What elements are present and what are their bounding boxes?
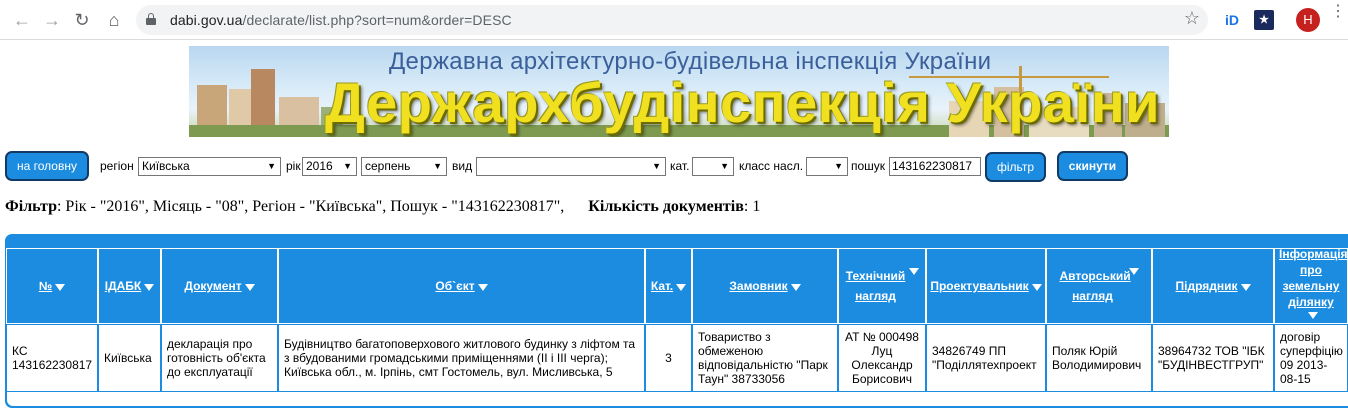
column-header-idabk[interactable]: ІДАБК bbox=[98, 248, 161, 324]
table-cell-customer: Товариство з обмеженою відповідальністю … bbox=[692, 324, 838, 392]
url-path: /declarate/list.php?sort=num&order=DESC bbox=[242, 12, 512, 28]
extension-icon[interactable]: ★ bbox=[1254, 10, 1274, 30]
filter-button[interactable]: фільтр bbox=[985, 152, 1046, 182]
category-label: кат. bbox=[670, 159, 690, 173]
home-button[interactable]: на головну bbox=[5, 151, 89, 181]
sort-arrow-icon bbox=[55, 283, 66, 291]
table-cell-designer: 34826749 ПП "Поділлятехпроект bbox=[926, 324, 1046, 392]
sort-arrow-icon bbox=[1307, 312, 1318, 319]
declarations-table: № ІДАБК Документ Об`єкт Кат. Замовник Те… bbox=[5, 234, 1348, 408]
sort-arrow-icon bbox=[1031, 283, 1042, 291]
month-select[interactable]: серпень ▼ bbox=[361, 157, 447, 176]
table-cell-idabk: Київська bbox=[98, 324, 161, 392]
column-header-contractor[interactable]: Підрядник bbox=[1152, 248, 1274, 324]
search-input[interactable]: 143162230817 bbox=[889, 157, 981, 176]
url-host: dabi.gov.ua bbox=[170, 12, 243, 28]
extension-id-icon[interactable]: iD bbox=[1222, 10, 1242, 30]
sort-arrow-icon bbox=[244, 283, 255, 291]
filter-summary: Фільтр: Рік - "2016", Місяць - "08", Рег… bbox=[5, 198, 760, 216]
column-header-document[interactable]: Документ bbox=[161, 248, 278, 324]
sort-arrow-icon bbox=[790, 283, 801, 291]
banner-title: Держархбудінспекція України bbox=[325, 71, 1161, 134]
home-icon[interactable]: ⌂ bbox=[102, 8, 126, 32]
search-label: пошук bbox=[851, 159, 886, 173]
class-select[interactable]: ▼ bbox=[806, 157, 848, 176]
column-header-author-supervision[interactable]: Авторський нагляд bbox=[1046, 248, 1152, 324]
table-cell-author-supervision: Поляк Юрій Володимирович bbox=[1046, 324, 1152, 392]
table-cell-document: декларація про готовність об'єкта до екс… bbox=[161, 324, 278, 392]
lock-icon bbox=[146, 13, 156, 25]
bookmark-star-icon[interactable]: ☆ bbox=[1184, 8, 1200, 29]
chevron-down-icon: ▼ bbox=[343, 161, 352, 171]
forward-arrow-icon[interactable]: → bbox=[40, 8, 64, 32]
year-value: 2016 bbox=[306, 159, 333, 173]
filter-summary-label: Фільтр bbox=[5, 198, 57, 215]
sort-arrow-icon bbox=[477, 283, 488, 291]
column-header-category[interactable]: Кат. bbox=[645, 248, 692, 324]
table-cell-tech-supervision: АТ № 000498 Луц Олександр Борисович bbox=[838, 324, 926, 392]
region-value: Київська bbox=[142, 159, 190, 173]
region-label: регіон bbox=[100, 159, 134, 173]
chevron-down-icon: ▼ bbox=[267, 161, 276, 171]
reset-button[interactable]: скинути bbox=[1057, 151, 1128, 181]
sort-arrow-icon bbox=[908, 268, 919, 275]
column-header-customer[interactable]: Замовник bbox=[692, 248, 838, 324]
table-cell-category: 3 bbox=[645, 324, 692, 392]
column-header-land-info[interactable]: Інформація про земельну ділянку bbox=[1274, 247, 1348, 324]
column-header-designer[interactable]: Проектувальник bbox=[926, 248, 1046, 324]
year-label: рік bbox=[286, 159, 301, 173]
type-label: вид bbox=[452, 159, 473, 173]
chevron-down-icon: ▼ bbox=[433, 161, 442, 171]
sort-arrow-icon bbox=[1240, 283, 1251, 291]
header-banner: Державна архітектурно-будівельна інспекц… bbox=[189, 46, 1169, 137]
filter-summary-text: : Рік - "2016", Місяць - "08", Регіон - … bbox=[56, 198, 589, 215]
browser-toolbar: ← → ↻ ⌂ dabi.gov.ua/declarate/list.php?s… bbox=[0, 0, 1348, 40]
table-cell-object: Будівництво багатоповерхового житлового … bbox=[278, 324, 645, 392]
url-text[interactable]: dabi.gov.ua/declarate/list.php?sort=num&… bbox=[170, 12, 512, 28]
sort-arrow-icon bbox=[1128, 268, 1139, 275]
chevron-down-icon: ▼ bbox=[720, 161, 729, 171]
reload-icon[interactable]: ↻ bbox=[70, 8, 94, 32]
sort-arrow-icon bbox=[144, 283, 155, 291]
class-label: класс насл. bbox=[739, 159, 804, 173]
year-select[interactable]: 2016 ▼ bbox=[302, 157, 357, 176]
region-select[interactable]: Київська ▼ bbox=[138, 157, 281, 176]
chevron-down-icon: ▼ bbox=[834, 161, 843, 171]
type-select[interactable]: ▼ bbox=[476, 157, 666, 176]
column-header-tech-supervision[interactable]: Технічний нагляд bbox=[838, 248, 926, 324]
back-arrow-icon[interactable]: ← bbox=[10, 8, 34, 32]
document-count-label: Кількість документів bbox=[588, 198, 744, 215]
table-cell-contractor: 38964732 ТОВ "ІБК "БУДІНВЕСТГРУП" bbox=[1152, 324, 1274, 392]
column-header-number[interactable]: № bbox=[6, 248, 98, 324]
table-cell-number: КС 143162230817 bbox=[6, 324, 98, 392]
menu-dots-icon[interactable]: ⋮ bbox=[1330, 4, 1346, 32]
chevron-down-icon: ▼ bbox=[652, 161, 661, 171]
sort-arrow-icon bbox=[676, 283, 687, 291]
category-select[interactable]: ▼ bbox=[692, 157, 734, 176]
table-footer bbox=[7, 392, 1348, 406]
address-bar[interactable]: dabi.gov.ua/declarate/list.php?sort=num&… bbox=[136, 5, 1208, 35]
profile-avatar[interactable]: H bbox=[1296, 8, 1320, 32]
document-count-value: : 1 bbox=[743, 198, 761, 215]
column-header-object[interactable]: Об`єкт bbox=[278, 248, 645, 324]
month-value: серпень bbox=[365, 159, 411, 173]
table-cell-land-info: договір суперфіцію 09 2013-08-15 bbox=[1274, 324, 1348, 392]
